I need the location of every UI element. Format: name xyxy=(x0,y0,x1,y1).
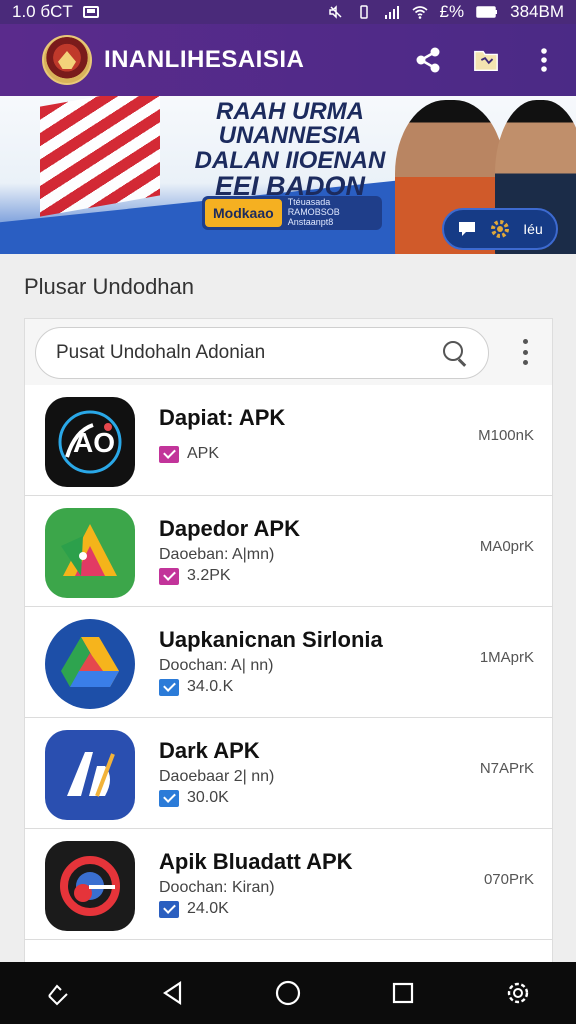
search-input-value[interactable]: Pusat Undohaln Adonian xyxy=(56,342,442,364)
search-input[interactable]: Pusat Undohaln Adonian xyxy=(35,327,489,379)
app-subtitle: Daoeban: A|mn) xyxy=(159,546,275,563)
status-left-text: 1.0 бСT xyxy=(12,2,73,21)
recents-icon xyxy=(393,982,414,1004)
app-subtitle: Doochan: Kiran) xyxy=(159,879,275,896)
app-title: INANLIHESAISIA xyxy=(104,46,305,73)
app-badge: 34.0.K xyxy=(159,678,233,696)
bookmark-button[interactable] xyxy=(472,46,500,74)
mute-icon xyxy=(328,5,342,19)
android-studio-icon xyxy=(45,508,135,598)
app-badge: 30.0K xyxy=(159,789,229,807)
check-icon xyxy=(159,789,179,807)
app-title: Dark APK xyxy=(159,738,260,763)
app-title: Apik Bluadatt APK xyxy=(159,849,353,874)
more-vert-icon xyxy=(541,48,547,72)
status-bar: 1.0 бСT £% 384BM xyxy=(0,0,576,24)
blueadatt-icon xyxy=(45,841,135,931)
app-logo[interactable] xyxy=(42,35,92,85)
svg-text:AO: AO xyxy=(73,427,115,458)
ab-icon xyxy=(45,730,135,820)
check-icon xyxy=(159,678,179,696)
banner-line-2: DALAN IIOENAN xyxy=(194,146,386,174)
accessibility-button[interactable] xyxy=(503,978,533,1008)
app-badge-text: 30.0K xyxy=(187,789,229,806)
banner-cta-text: Ttéuasada RAMOBSOB Anstaanpt8 xyxy=(287,197,340,227)
banner-cta[interactable]: Modkaao Ttéuasada RAMOBSOB Anstaanpt8 xyxy=(202,196,382,230)
app-list: AO Dapiat: APK APK M100nK Dapedor APK Da… xyxy=(25,385,552,967)
list-item[interactable]: Uapkanicnan Sirlonia Doochan: A| nn) 34.… xyxy=(25,607,552,718)
status-time: 384BM xyxy=(510,2,564,21)
list-item[interactable]: Apik Bluadatt APK Doochan: Kiran) 24.0K … xyxy=(25,829,552,940)
banner-pill[interactable]: Iéu xyxy=(442,208,558,250)
app-title: Uapkanicnan Sirlonia xyxy=(159,627,383,652)
home-icon xyxy=(275,980,301,1006)
promo-banner[interactable]: RAAH URMA UNANNESIA DALAN IIOENAN EEI BA… xyxy=(0,96,576,254)
signal-icon xyxy=(384,6,399,19)
app-badge: 24.0K xyxy=(159,900,229,918)
app-size: 1MAprK xyxy=(479,649,534,666)
app-size: MA0prK xyxy=(479,538,534,555)
app-badge: APK xyxy=(159,445,219,463)
check-icon xyxy=(159,567,179,585)
app-badge-text: APK xyxy=(187,445,220,462)
app-title: Dapiat: APK xyxy=(159,405,286,430)
share-icon xyxy=(416,47,440,73)
folder-star-icon xyxy=(474,50,498,71)
app-size: N7APrK xyxy=(479,760,534,777)
ao-icon: AO xyxy=(45,397,135,487)
system-nav-bar xyxy=(0,962,576,1024)
list-item[interactable]: Dark APK Daoebaar 2| nn) 30.0K N7APrK xyxy=(25,718,552,829)
app-badge-text: 3.2PK xyxy=(187,567,231,584)
list-menu-button[interactable] xyxy=(521,339,529,365)
app-title: Dapedor APK xyxy=(159,516,300,541)
back-icon xyxy=(162,980,181,1006)
gear-icon xyxy=(508,982,529,1004)
battery-percent: £% xyxy=(439,2,465,21)
app-bar: INANLIHESAISIA xyxy=(0,24,576,96)
app-size: 070PrK xyxy=(483,871,534,888)
banner-line-1: RAAH URMA UNANNESIA xyxy=(216,98,364,150)
notification-icon xyxy=(82,6,99,18)
recents-button[interactable] xyxy=(388,978,418,1008)
app-badge: 3.2PK xyxy=(159,567,231,585)
battery-icon xyxy=(476,6,498,18)
app-badge-text: 24.0K xyxy=(187,900,229,917)
drive-icon xyxy=(45,619,135,709)
app-size: M100nK xyxy=(478,427,534,444)
check-icon xyxy=(159,900,179,918)
banner-cta-button[interactable]: Modkaao xyxy=(205,199,282,227)
flag-graphic xyxy=(40,96,160,217)
app-list-card: Pusat Undohaln Adonian AO Dapiat: APK AP… xyxy=(24,318,553,968)
banner-pill-text: Iéu xyxy=(523,221,543,237)
assist-button[interactable] xyxy=(43,978,73,1008)
back-button[interactable] xyxy=(158,978,188,1008)
section-title: Plusar Undodhan xyxy=(24,274,195,299)
overflow-menu-button[interactable] xyxy=(530,46,558,74)
search-icon[interactable] xyxy=(442,340,468,366)
app-badge-text: 34.0.K xyxy=(187,678,234,695)
list-item[interactable]: AO Dapiat: APK APK M100nK xyxy=(25,385,552,496)
check-icon xyxy=(159,445,179,463)
chat-icon xyxy=(459,222,476,236)
app-subtitle: Doochan: A| nn) xyxy=(159,657,274,674)
search-row: Pusat Undohaln Adonian xyxy=(25,319,552,385)
gesture-icon xyxy=(47,984,68,1006)
app-subtitle: Daoebaar 2| nn) xyxy=(159,768,275,785)
gear-icon xyxy=(491,220,510,238)
share-button[interactable] xyxy=(414,46,442,74)
emblem-icon xyxy=(58,51,76,69)
list-item[interactable]: Dapedor APK Daoeban: A|mn) 3.2PK MA0prK xyxy=(25,496,552,607)
home-button[interactable] xyxy=(273,978,303,1008)
wifi-icon xyxy=(412,6,428,19)
vibrate-icon xyxy=(359,5,368,19)
